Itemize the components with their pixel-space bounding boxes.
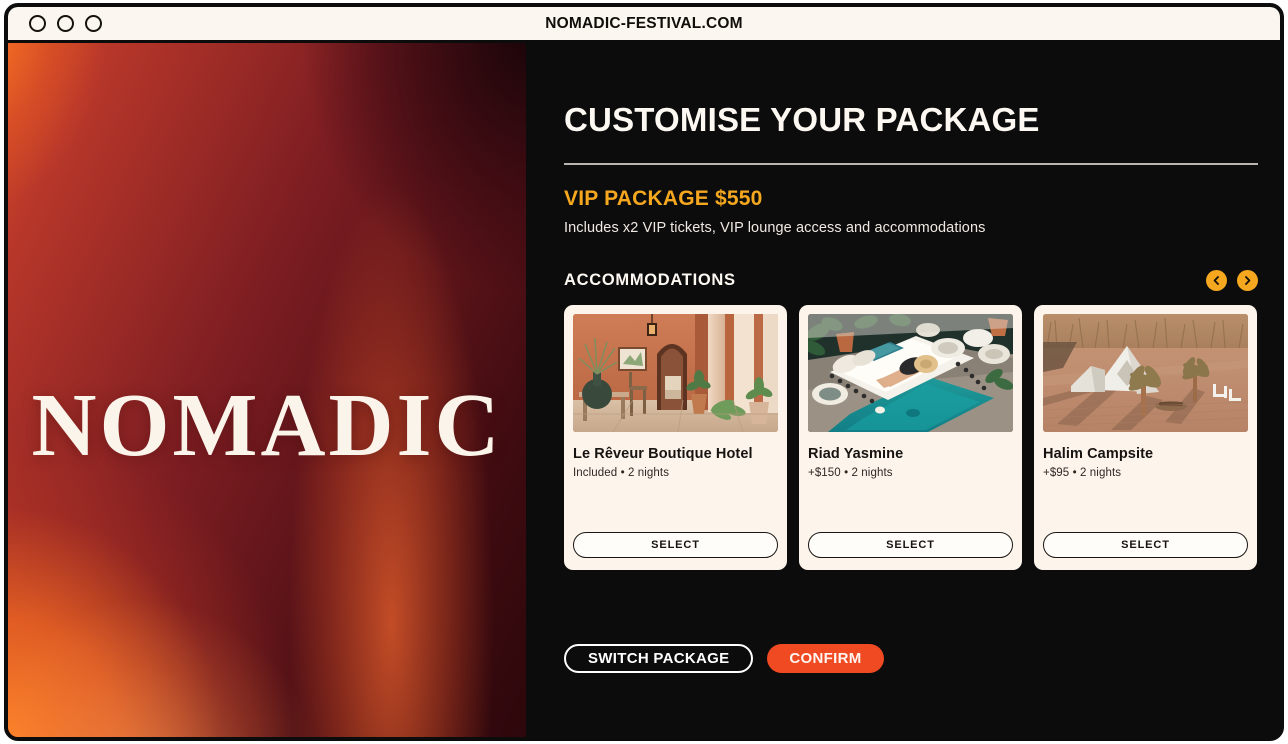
card-spacer: [1043, 479, 1248, 531]
card-spacer: [808, 479, 1013, 531]
browser-window: NOMADIC-FESTIVAL.COM NOMADIC CUSTOMISE Y…: [4, 3, 1284, 741]
carousel-nav: [1206, 269, 1258, 291]
footer-actions: SWITCH PACKAGE CONFIRM: [564, 644, 884, 673]
accommodation-title: Riad Yasmine: [808, 445, 904, 462]
page-title: CUSTOMISE YOUR PACKAGE: [564, 101, 1040, 138]
accommodation-meta: +$95 • 2 nights: [1043, 467, 1122, 480]
accommodation-card[interactable]: Halim Campsite +$95 • 2 nights SELECT: [1034, 304, 1257, 570]
hero-panel: NOMADIC: [8, 43, 526, 737]
content-panel: CUSTOMISE YOUR PACKAGE VIP PACKAGE $550 …: [526, 43, 1280, 737]
carousel-next-button[interactable]: [1237, 269, 1258, 291]
switch-package-button[interactable]: SWITCH PACKAGE: [564, 644, 754, 673]
select-button[interactable]: SELECT: [808, 531, 1013, 558]
accommodation-title: Le Rêveur Boutique Hotel: [573, 445, 753, 462]
confirm-button[interactable]: CONFIRM: [767, 644, 884, 673]
pool-daybed-photo: [808, 313, 1013, 432]
select-button[interactable]: SELECT: [1043, 531, 1248, 558]
accommodation-card[interactable]: Riad Yasmine +$150 • 2 nights SELECT: [799, 304, 1022, 570]
address-bar-url[interactable]: NOMADIC-FESTIVAL.COM: [8, 15, 1280, 33]
accommodations-section-title: ACCOMMODATIONS: [564, 270, 736, 289]
brand-wordmark: NOMADIC: [31, 376, 503, 475]
accommodation-meta: Included • 2 nights: [573, 467, 670, 480]
accommodations-header-row: ACCOMMODATIONS: [564, 269, 1258, 291]
accommodation-title: Halim Campsite: [1043, 445, 1154, 462]
card-spacer: [573, 479, 778, 531]
accommodation-card[interactable]: Le Rêveur Boutique Hotel Included • 2 ni…: [564, 304, 787, 570]
chevron-left-icon: [1213, 275, 1219, 285]
chevron-right-icon: [1245, 275, 1251, 285]
package-description: Includes x2 VIP tickets, VIP lounge acce…: [564, 219, 986, 236]
browser-titlebar: NOMADIC-FESTIVAL.COM: [8, 7, 1280, 43]
select-button[interactable]: SELECT: [573, 531, 778, 558]
page-body: NOMADIC CUSTOMISE YOUR PACKAGE VIP PACKA…: [8, 43, 1280, 737]
title-divider: [564, 162, 1258, 165]
desert-tent-photo: [1043, 313, 1248, 432]
accommodation-card-list: Le Rêveur Boutique Hotel Included • 2 ni…: [564, 304, 1258, 570]
package-name: VIP PACKAGE $550: [564, 186, 763, 210]
carousel-prev-button[interactable]: [1206, 269, 1227, 291]
accommodation-meta: +$150 • 2 nights: [808, 467, 893, 480]
riad-corridor-photo: [573, 313, 778, 432]
